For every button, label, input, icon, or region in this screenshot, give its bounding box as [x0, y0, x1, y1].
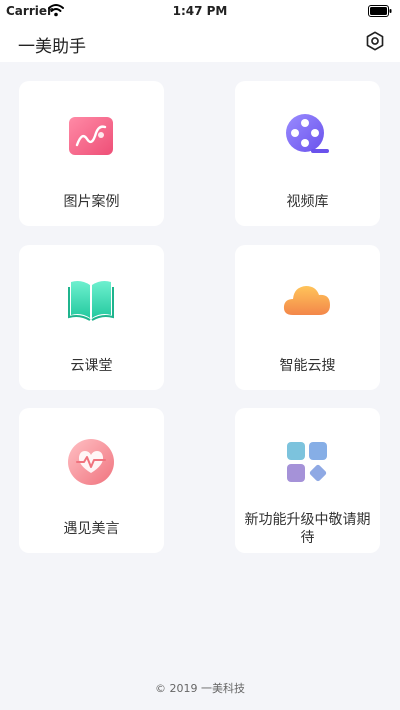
tile-label: 智能云搜 [279, 358, 336, 374]
picture-icon [69, 117, 113, 155]
tile-picture-cases[interactable]: 图片案例 [19, 81, 164, 226]
footer-copyright: © 2019 一美科技 [155, 682, 245, 695]
video-reel-icon [286, 114, 329, 153]
app-title: 一美助手 [18, 37, 86, 57]
status-time: 1:47 PM [172, 4, 228, 18]
heartbeat-icon [68, 439, 114, 485]
cloud-icon [283, 286, 330, 315]
tile-label: 新功能升级中敬请期待 [244, 512, 371, 546]
status-bar: Carrier 1:47 PM [0, 0, 400, 22]
tile-smart-cloud-search[interactable]: 智能云搜 [235, 245, 380, 390]
app-grid-icon [287, 442, 327, 482]
tile-label: 视频库 [286, 194, 329, 210]
book-icon [68, 281, 114, 321]
tile-label: 图片案例 [63, 194, 120, 210]
tile-label: 遇见美言 [63, 521, 120, 537]
tile-meet-beautiful-words[interactable]: 遇见美言 [19, 408, 164, 553]
battery-icon [368, 5, 392, 17]
tile-new-feature-coming[interactable]: 新功能升级中敬请期待 [235, 408, 380, 553]
tile-cloud-classroom[interactable]: 云课堂 [19, 245, 164, 390]
nav-bar: 一美助手 [0, 22, 400, 62]
tile-label: 云课堂 [70, 358, 113, 374]
settings-gear-icon[interactable] [364, 30, 386, 52]
tile-video-library[interactable]: 视频库 [235, 81, 380, 226]
